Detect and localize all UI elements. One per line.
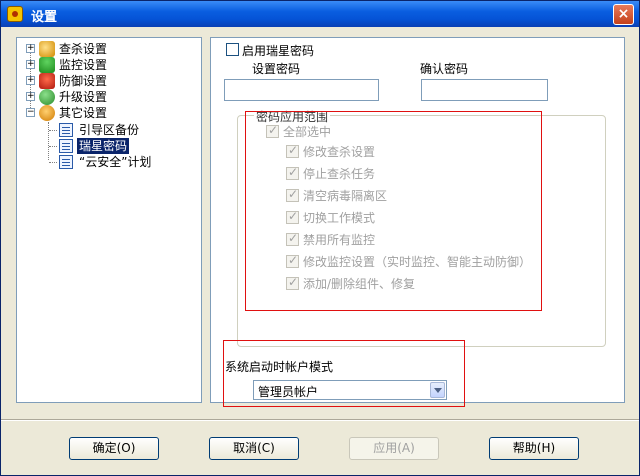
- tree-item-label-selected: 瑞星密码: [77, 138, 130, 154]
- tree-item-scan-settings[interactable]: + 查杀设置: [26, 41, 196, 57]
- tree-item-label: 查杀设置: [59, 42, 108, 56]
- shield-icon: [39, 73, 55, 89]
- tree-item-label: 升级设置: [59, 90, 108, 104]
- expand-icon[interactable]: +: [26, 60, 35, 69]
- tree-item-label: 防御设置: [59, 74, 108, 88]
- tree-item-rising-password[interactable]: 瑞星密码: [59, 138, 199, 154]
- enable-password-label: 启用瑞星密码: [242, 44, 315, 58]
- tree-item-label: 引导区备份: [79, 123, 140, 137]
- highlight-box-startup: [223, 340, 465, 407]
- tree-connector: [49, 130, 57, 131]
- enable-password-checkbox[interactable]: [226, 43, 239, 56]
- gear-icon: [39, 105, 55, 121]
- expand-icon[interactable]: +: [26, 76, 35, 85]
- set-password-label: 设置密码: [252, 62, 301, 76]
- document-icon: [59, 155, 73, 169]
- tree-item-boot-backup[interactable]: 引导区备份: [59, 122, 199, 138]
- tree-connector: [49, 146, 57, 147]
- expand-icon[interactable]: +: [26, 92, 35, 101]
- password-settings-panel: 启用瑞星密码 设置密码 确认密码 密码应用范围 全部选中 修改查杀设置 停止查杀…: [210, 37, 625, 407]
- close-button[interactable]: ×: [613, 4, 634, 25]
- settings-tree: + 查杀设置 + 监控设置 + 防御设置 + 升级设置 − 其它设置 引导区备份: [16, 37, 202, 403]
- umbrella-icon: [39, 57, 55, 73]
- cancel-button[interactable]: 取消(C): [209, 437, 299, 460]
- help-button[interactable]: 帮助(H): [489, 437, 579, 460]
- app-icon: [7, 6, 23, 22]
- document-icon: [59, 123, 73, 137]
- separator: [1, 419, 639, 421]
- confirm-password-input[interactable]: [421, 79, 548, 101]
- tree-item-cloud-security[interactable]: “云安全”计划: [59, 154, 199, 170]
- settings-window: 设置 × + 查杀设置 + 监控设置 + 防御设置 + 升级设置 − 其它设置 …: [0, 0, 640, 476]
- scan-icon: [39, 41, 55, 57]
- expand-icon[interactable]: +: [26, 44, 35, 53]
- title-bar[interactable]: 设置 ×: [1, 1, 639, 27]
- tree-connector: [48, 122, 49, 160]
- update-icon: [39, 89, 55, 105]
- window-title: 设置: [31, 10, 58, 25]
- tree-item-label: 其它设置: [59, 106, 108, 120]
- tree-item-defense-settings[interactable]: + 防御设置: [26, 73, 196, 89]
- confirm-password-label: 确认密码: [420, 62, 469, 76]
- tree-item-label: “云安全”计划: [79, 155, 152, 169]
- document-icon: [59, 139, 73, 153]
- tree-connector: [49, 162, 57, 163]
- tree-item-update-settings[interactable]: + 升级设置: [26, 89, 196, 105]
- ok-button[interactable]: 确定(O): [69, 437, 159, 460]
- tree-item-other-settings[interactable]: − 其它设置: [26, 105, 196, 121]
- tree-item-label: 监控设置: [59, 58, 108, 72]
- set-password-input[interactable]: [224, 79, 379, 101]
- highlight-box-scope: [245, 111, 542, 311]
- apply-button[interactable]: 应用(A): [349, 437, 439, 460]
- tree-item-monitor-settings[interactable]: + 监控设置: [26, 57, 196, 73]
- collapse-icon[interactable]: −: [26, 108, 35, 117]
